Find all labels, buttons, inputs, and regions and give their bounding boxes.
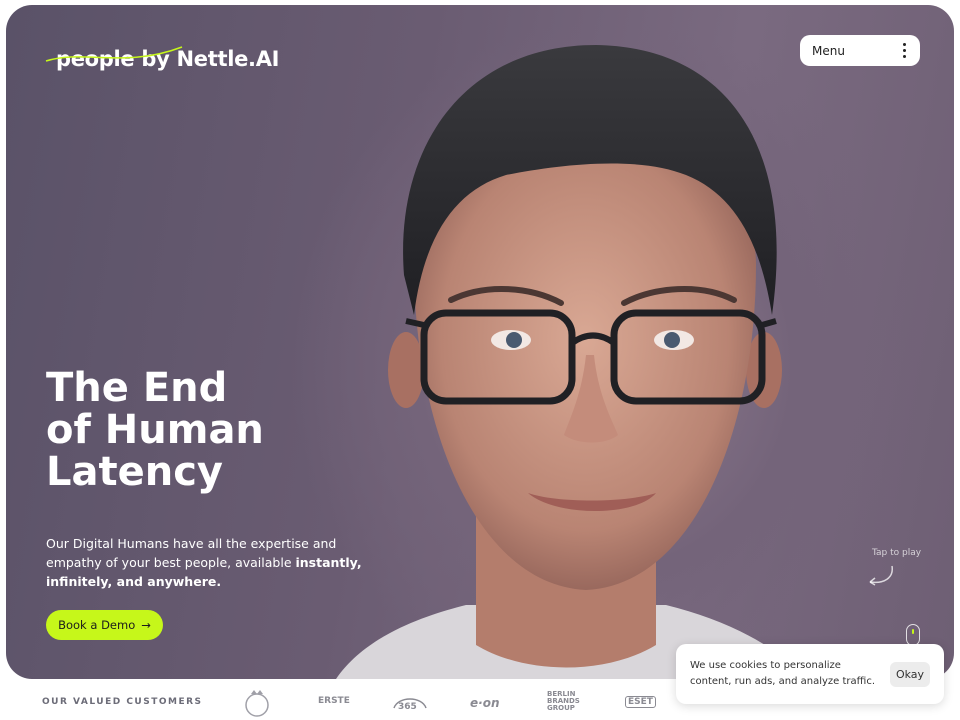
curved-arrow-icon bbox=[869, 565, 893, 586]
tap-to-play-hint[interactable]: Tap to play bbox=[872, 548, 921, 558]
more-dots-icon bbox=[903, 43, 906, 58]
hero-title-line-2: of Human bbox=[46, 407, 264, 453]
hero-subtitle-text: Our Digital Humans have all the expertis… bbox=[46, 536, 337, 570]
customer-logo-eon: e·on bbox=[470, 696, 500, 710]
book-demo-label: Book a Demo bbox=[58, 618, 136, 632]
cookie-message: We use cookies to personalize content, r… bbox=[690, 660, 876, 687]
hero-title-line-1: The End bbox=[46, 365, 228, 411]
hero-title: The End of Human Latency bbox=[46, 367, 264, 493]
brand-logo[interactable]: people by Nettle.AI bbox=[45, 46, 280, 71]
customers-label: OUR VALUED CUSTOMERS bbox=[42, 697, 203, 707]
customer-logo-erste: ERSTE bbox=[318, 696, 350, 706]
cookie-okay-button[interactable]: Okay bbox=[890, 662, 930, 687]
hero-section: people by Nettle.AI Menu The End of Huma… bbox=[6, 5, 954, 679]
digital-human-portrait[interactable] bbox=[306, 25, 826, 679]
book-demo-button[interactable]: Book a Demo → bbox=[46, 610, 163, 640]
hero-title-line-3: Latency bbox=[46, 449, 223, 495]
customer-logo-eset: ESET bbox=[625, 696, 656, 708]
customer-logo-berlin-brands: BERLIN BRANDS GROUP bbox=[547, 690, 580, 712]
arc-logo-icon bbox=[393, 698, 427, 709]
swoosh-graphic bbox=[45, 46, 183, 62]
crest-logo-icon bbox=[245, 690, 269, 717]
hero-subtitle: Our Digital Humans have all the expertis… bbox=[46, 534, 366, 591]
cookie-banner: We use cookies to personalize content, r… bbox=[676, 644, 944, 704]
arrow-right-icon: → bbox=[141, 618, 151, 632]
scroll-mouse-icon[interactable] bbox=[906, 624, 920, 646]
